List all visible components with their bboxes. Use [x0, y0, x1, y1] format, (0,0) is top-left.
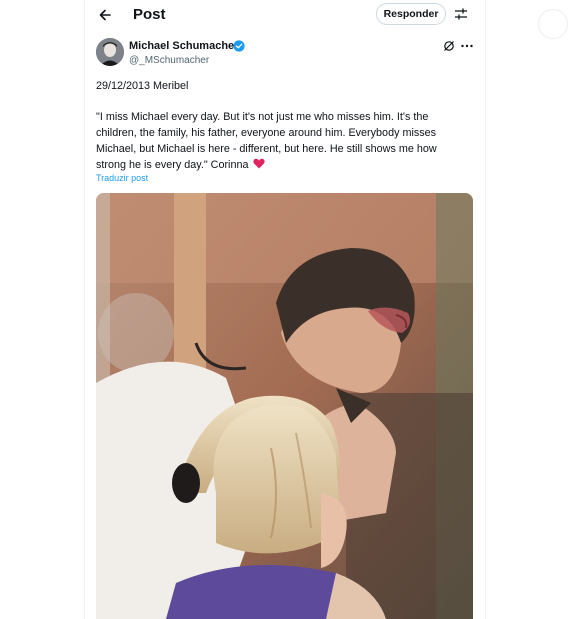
- sliders-icon[interactable]: [453, 6, 469, 22]
- arrow-left-icon[interactable]: [95, 5, 115, 25]
- post-body-line: strong he is every day." Corinna: [96, 159, 249, 171]
- post-body: "I miss Michael every day. But it's not …: [96, 109, 456, 173]
- reply-button[interactable]: Responder: [376, 3, 446, 25]
- post-column: Post Responder Michael Schumacher @_MSch…: [84, 0, 486, 619]
- avatar[interactable]: [96, 38, 124, 66]
- verified-badge-icon: [233, 40, 245, 52]
- post-body-line: children, the family, his father, everyo…: [96, 127, 437, 139]
- post-photo[interactable]: [96, 193, 473, 619]
- heart-icon: [253, 158, 266, 169]
- author-handle[interactable]: @_MSchumacher: [129, 55, 209, 66]
- post-header: Post Responder: [85, 0, 485, 30]
- author-name[interactable]: Michael Schumacher: [129, 40, 238, 52]
- post-date-line: 29/12/2013 Meribel: [96, 80, 189, 92]
- post-body-line: "I miss Michael every day. But it's not …: [96, 111, 429, 123]
- post-body-line: Michael, but Michael is here - different…: [96, 143, 437, 155]
- circle-icon: [537, 8, 569, 40]
- post-body-last-line: strong he is every day." Corinna: [96, 157, 456, 173]
- grok-icon[interactable]: [443, 40, 455, 52]
- translate-post-link[interactable]: Traduzir post: [96, 173, 148, 183]
- page-title: Post: [133, 6, 166, 23]
- more-horizontal-icon[interactable]: [460, 39, 474, 53]
